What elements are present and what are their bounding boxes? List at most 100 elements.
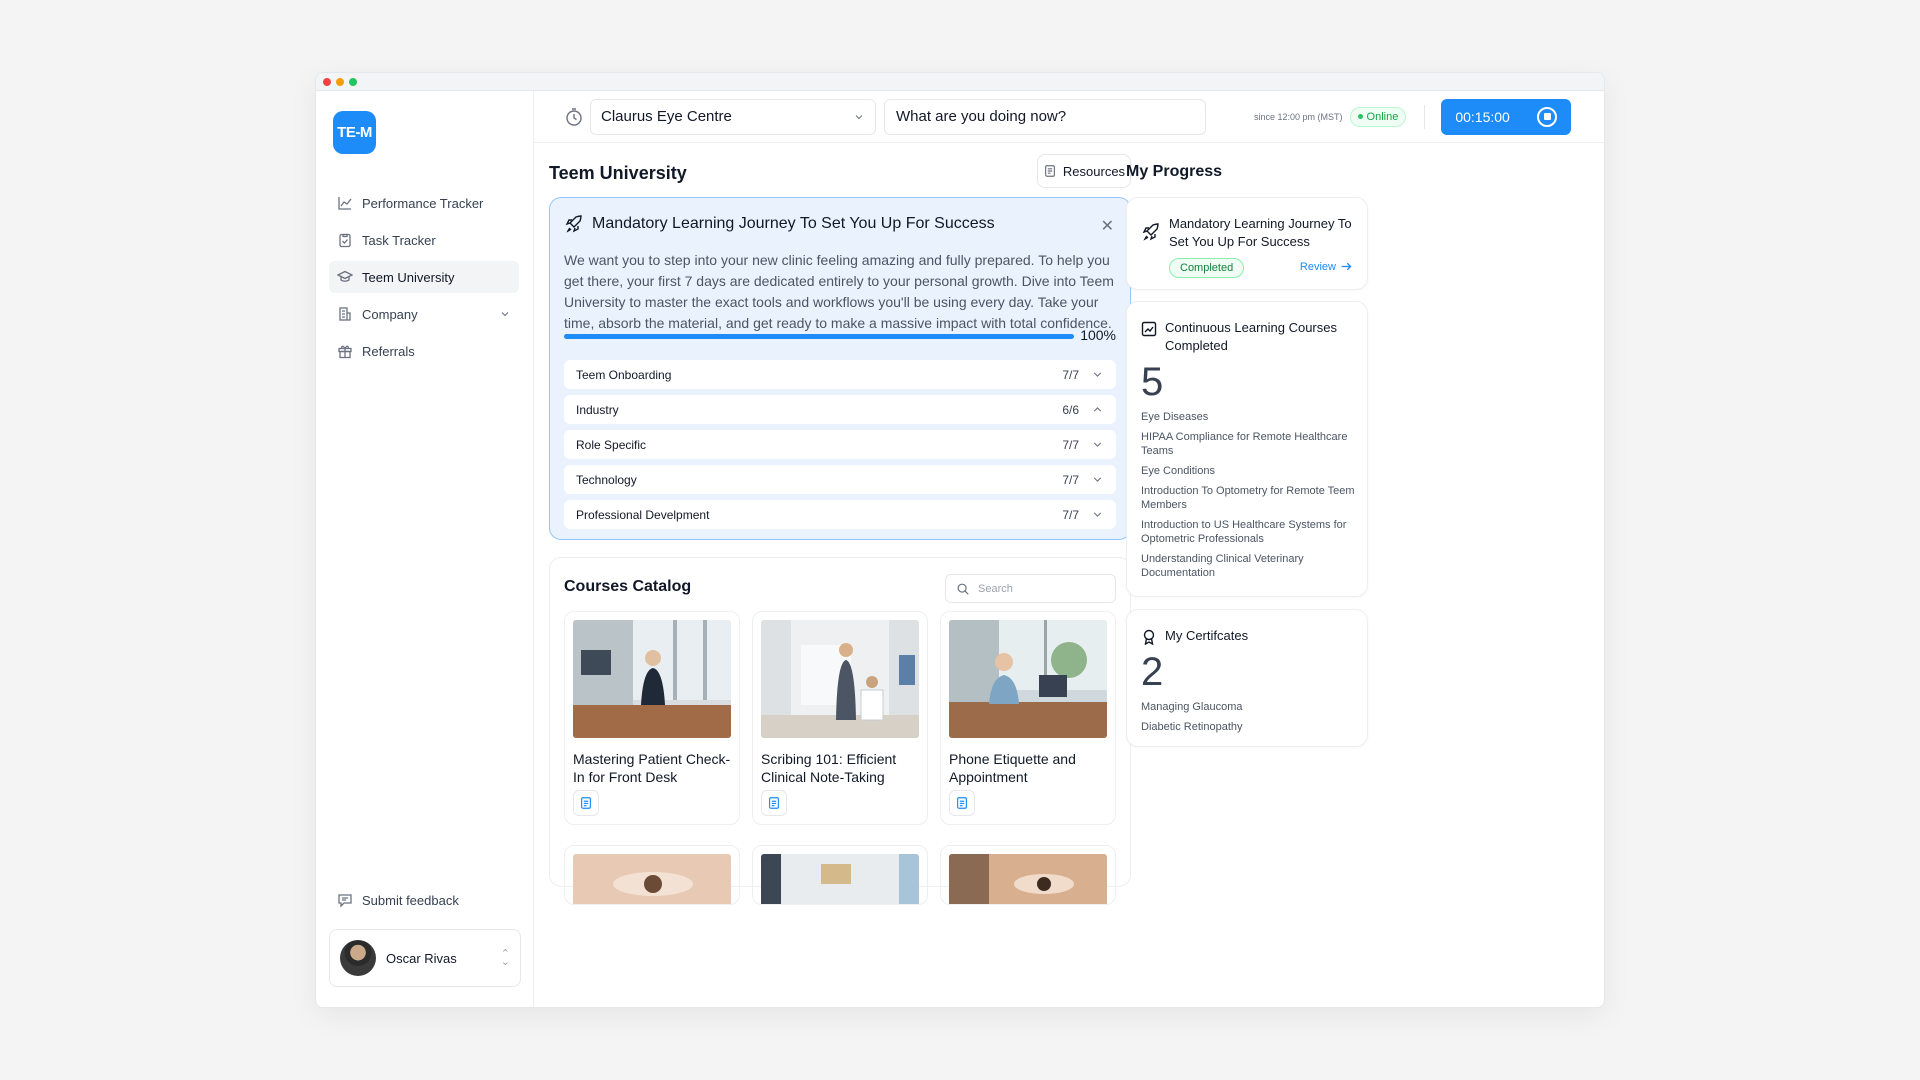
catalog-title: Courses Catalog xyxy=(564,578,692,595)
sidebar-item-task-tracker[interactable]: Task Tracker xyxy=(329,224,519,256)
activity-input[interactable]: What are you doing now? xyxy=(884,98,1206,135)
document-icon[interactable] xyxy=(949,790,975,816)
certificates-title: My Certifcates xyxy=(1165,628,1249,643)
award-icon xyxy=(1143,629,1155,645)
search-placeholder: Search xyxy=(978,582,1013,595)
certificates-card: My Certifcates 2 Managing Glaucoma Diabe… xyxy=(1126,609,1368,747)
journey-title: Mandatory Learning Journey To Set You Up… xyxy=(592,215,995,232)
review-link-label: Review xyxy=(1299,260,1336,273)
course-card[interactable]: Mastering Patient Check-In for Front Des… xyxy=(564,611,740,825)
maximize-window-dot[interactable] xyxy=(349,77,357,86)
journey-status-card: Mandatory Learning Journey To Set You Up… xyxy=(1126,197,1368,290)
window-titlebar xyxy=(316,73,1604,91)
clipboard-icon xyxy=(339,233,351,248)
clinic-select[interactable]: Claurus Eye Centre xyxy=(590,98,876,135)
timer-button[interactable]: 00:15:00 xyxy=(1441,98,1572,135)
sidebar-item-referrals[interactable]: Referrals xyxy=(329,335,519,367)
avatar xyxy=(340,940,376,976)
catalog-search-input[interactable]: Search xyxy=(945,574,1116,603)
module-count: 6/6 xyxy=(1062,402,1079,417)
course-title: Scribing 101: Efficient Clinical Note-Ta… xyxy=(761,751,897,785)
close-window-dot[interactable] xyxy=(323,77,331,86)
module-name: Teem Onboarding xyxy=(576,367,672,382)
status-badge: Completed xyxy=(1169,258,1245,278)
list-item[interactable]: Diabetic Retinopathy xyxy=(1141,720,1357,734)
continuous-learning-list: Eye Diseases HIPAA Compliance for Remote… xyxy=(1141,410,1357,586)
submit-feedback-link[interactable]: Submit feedback xyxy=(337,892,459,908)
gift-icon xyxy=(338,345,352,359)
course-thumbnail-portrait xyxy=(949,854,1107,904)
sidebar-item-label: Company xyxy=(362,306,418,322)
online-dot-icon xyxy=(1357,114,1363,119)
course-card[interactable] xyxy=(940,845,1116,905)
list-item[interactable]: Eye Diseases xyxy=(1141,410,1357,424)
course-card[interactable]: Scribing 101: Efficient Clinical Note-Ta… xyxy=(752,611,928,825)
course-title: Phone Etiquette and Appointment Scheduli… xyxy=(949,751,1076,785)
journey-module-list: Teem Onboarding 7/7 Industry 6/6 Role Sp… xyxy=(564,360,1116,535)
certificates-list: Managing Glaucoma Diabetic Retinopathy xyxy=(1141,700,1357,740)
course-card[interactable] xyxy=(564,845,740,905)
continuous-learning-title: Continuous Learning Courses Completed xyxy=(1165,320,1337,353)
sidebar-nav: Performance Tracker Task Tracker Teem Un… xyxy=(329,187,519,372)
chevron-down-icon xyxy=(1093,477,1102,482)
list-item[interactable]: Managing Glaucoma xyxy=(1141,700,1357,714)
chevron-down-icon xyxy=(855,114,863,119)
search-icon xyxy=(957,583,969,595)
journey-progress-label: 100% xyxy=(1080,327,1116,343)
review-link[interactable]: Review xyxy=(1300,260,1353,273)
sidebar-item-label: Task Tracker xyxy=(362,232,436,248)
journey-progress-bar xyxy=(564,334,1074,339)
course-thumbnail-front-desk xyxy=(573,620,731,738)
timer-value: 00:15:00 xyxy=(1455,108,1510,125)
module-row-teem-onboarding[interactable]: Teem Onboarding 7/7 xyxy=(564,360,1116,389)
list-item[interactable]: HIPAA Compliance for Remote Healthcare T… xyxy=(1141,430,1357,458)
module-row-technology[interactable]: Technology 7/7 xyxy=(564,465,1116,494)
module-name: Technology xyxy=(576,472,637,487)
chevron-down-icon[interactable] xyxy=(499,308,511,320)
course-card-row: Mastering Patient Check-In for Front Des… xyxy=(564,611,1116,825)
chart-line-icon xyxy=(338,197,352,210)
document-icon[interactable] xyxy=(573,790,599,816)
sidebar: TE-M Performance Tracker Task Tracker Te… xyxy=(316,91,534,1007)
session-since-text: since 12:00 pm (MST) xyxy=(1254,111,1343,122)
teem-logo[interactable]: TE-M xyxy=(333,111,376,154)
module-count: 7/7 xyxy=(1062,507,1079,522)
activity-input-value: What are you doing now? xyxy=(896,108,1067,125)
journey-progress-fill xyxy=(564,334,1074,339)
graduation-cap-icon xyxy=(337,270,353,282)
course-card[interactable] xyxy=(752,845,928,905)
list-item[interactable]: Introduction to US Healthcare Systems fo… xyxy=(1141,518,1357,546)
module-name: Industry xyxy=(576,402,619,417)
list-item[interactable]: Introduction To Optometry for Remote Tee… xyxy=(1141,484,1357,512)
chevron-up-icon xyxy=(1093,407,1102,412)
module-row-industry[interactable]: Industry 6/6 xyxy=(564,395,1116,424)
continuous-learning-count: 5 xyxy=(1141,360,1164,404)
progress-title: My Progress xyxy=(1126,163,1223,180)
module-name: Professional Develpment xyxy=(576,507,710,522)
list-item[interactable]: Understanding Clinical Veterinary Docume… xyxy=(1141,552,1357,580)
module-count: 7/7 xyxy=(1062,437,1079,452)
chevron-down-icon xyxy=(1093,442,1102,447)
course-card[interactable]: Phone Etiquette and Appointment Scheduli… xyxy=(940,611,1116,825)
document-icon xyxy=(1044,165,1055,177)
module-row-role-specific[interactable]: Role Specific 7/7 xyxy=(564,430,1116,459)
close-icon[interactable]: ✕ xyxy=(1101,216,1114,236)
document-icon[interactable] xyxy=(761,790,787,816)
sidebar-item-company[interactable]: Company xyxy=(329,298,519,330)
stop-icon[interactable] xyxy=(1537,106,1558,127)
learning-journey-panel: Mandatory Learning Journey To Set You Up… xyxy=(549,197,1131,540)
list-item[interactable]: Eye Conditions xyxy=(1141,464,1357,478)
continuous-learning-card: Continuous Learning Courses Completed 5 … xyxy=(1126,301,1368,597)
sidebar-item-performance-tracker[interactable]: Performance Tracker xyxy=(329,187,519,219)
user-menu[interactable]: Oscar Rivas ⌃ ⌄ xyxy=(329,929,521,987)
minimize-window-dot[interactable] xyxy=(336,77,344,86)
module-row-professional-development[interactable]: Professional Develpment 7/7 xyxy=(564,500,1116,529)
journey-header: Mandatory Learning Journey To Set You Up… xyxy=(564,214,995,234)
topbar: Claurus Eye Centre What are you doing no… xyxy=(534,91,1604,143)
course-title: Mastering Patient Check-In for Front Des… xyxy=(573,751,731,785)
module-count: 7/7 xyxy=(1062,472,1079,487)
chevron-down-icon xyxy=(1093,512,1102,517)
main-content: Teem University Resources Mandatory Lear… xyxy=(534,143,1131,1007)
sidebar-item-teem-university[interactable]: Teem University xyxy=(329,261,519,293)
course-thumbnail-phone-etiquette xyxy=(949,620,1107,738)
